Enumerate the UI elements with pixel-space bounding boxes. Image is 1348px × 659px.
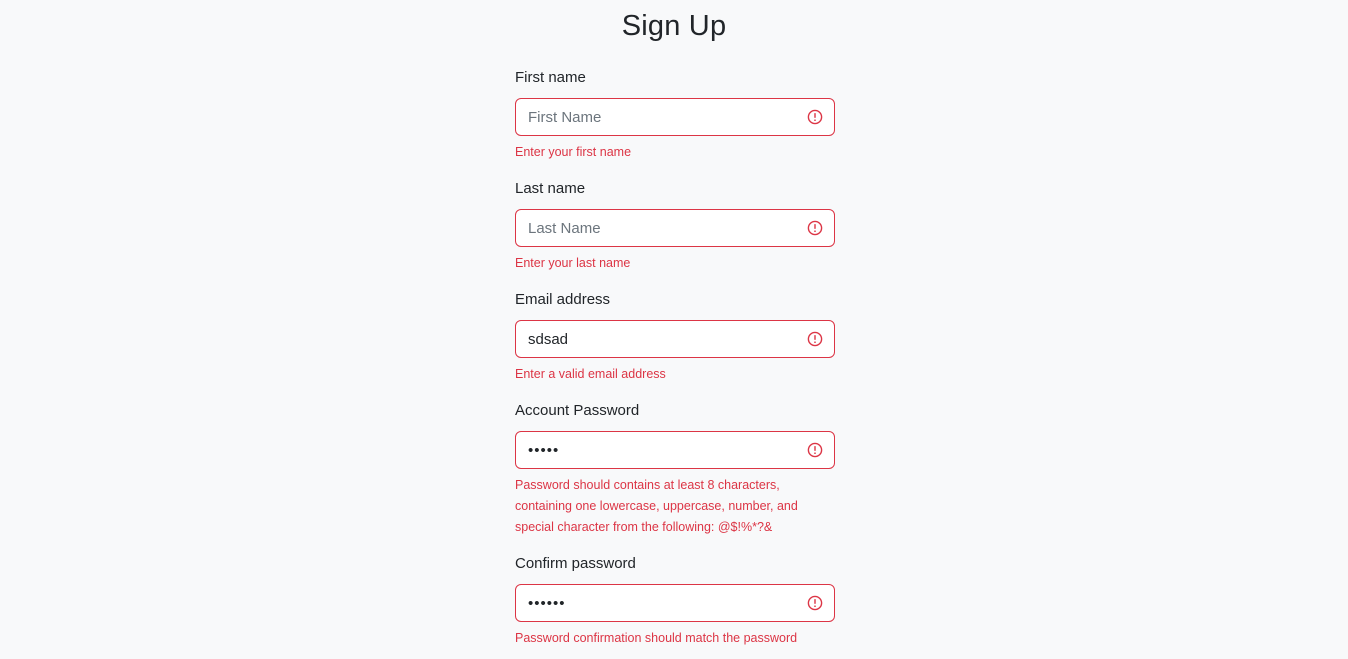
password-label: Account Password [515, 402, 640, 419]
error-icon [807, 109, 823, 125]
first-name-input-wrapper [515, 98, 835, 136]
page-title: Sign Up [621, 10, 727, 42]
email-group: Email address Enter a valid email addres… [515, 290, 835, 381]
email-input-wrapper [515, 320, 835, 358]
password-input-wrapper [515, 431, 835, 469]
password-group: Account Password Password should contain… [515, 401, 835, 534]
error-icon [807, 331, 823, 347]
email-error: Enter a valid email address [515, 367, 666, 381]
confirm-password-group: Confirm password Password confirmation s… [515, 554, 835, 645]
confirm-password-label: Confirm password [515, 555, 636, 572]
error-icon [807, 442, 823, 458]
first-name-group: First name Enter your first name [515, 68, 835, 159]
last-name-input-wrapper [515, 209, 835, 247]
last-name-error: Enter your last name [515, 256, 631, 270]
email-label: Email address [515, 291, 611, 308]
error-icon [807, 595, 823, 611]
last-name-group: Last name Enter your last name [515, 179, 835, 270]
confirm-password-error: Password confirmation should match the p… [515, 631, 798, 645]
email-input[interactable] [516, 321, 801, 357]
first-name-error: Enter your first name [515, 145, 632, 159]
password-error: Password should contains at least 8 char… [515, 478, 798, 534]
first-name-label: First name [515, 69, 586, 86]
error-icon [807, 220, 823, 236]
first-name-input[interactable] [516, 99, 801, 135]
confirm-password-input[interactable] [516, 585, 801, 621]
password-input[interactable] [516, 432, 801, 468]
confirm-password-input-wrapper [515, 584, 835, 622]
last-name-input[interactable] [516, 210, 801, 246]
last-name-label: Last name [515, 180, 586, 197]
